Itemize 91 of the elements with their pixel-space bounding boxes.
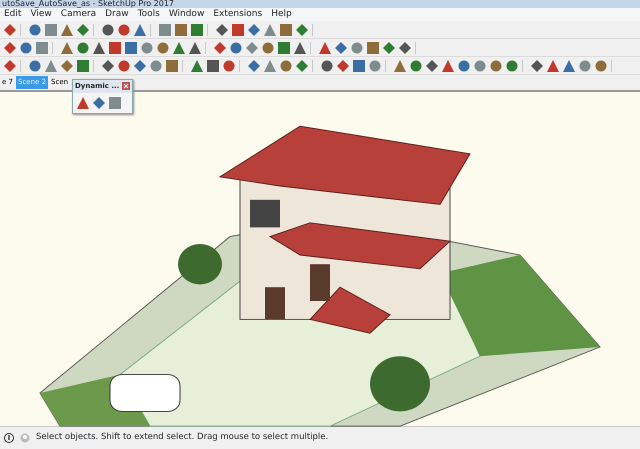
circle-icon[interactable] — [77, 42, 89, 54]
circle-icon[interactable] — [223, 60, 235, 72]
circle-icon[interactable] — [369, 60, 381, 72]
square-icon[interactable] — [125, 42, 137, 54]
circle-icon[interactable] — [321, 60, 333, 72]
triangle-icon[interactable] — [563, 60, 575, 72]
circle-icon[interactable] — [118, 24, 130, 36]
diamond-icon[interactable] — [102, 60, 114, 72]
diamond-icon[interactable] — [383, 42, 395, 54]
circle-icon[interactable] — [595, 60, 607, 72]
circle-icon[interactable] — [29, 24, 41, 36]
circle-icon[interactable] — [579, 60, 591, 72]
diamond-icon[interactable] — [246, 42, 258, 54]
diamond-icon[interactable] — [214, 42, 226, 54]
diamond-icon[interactable] — [4, 60, 16, 72]
triangle-icon[interactable] — [45, 60, 57, 72]
square-icon[interactable] — [280, 24, 292, 36]
circle-icon[interactable] — [230, 42, 242, 54]
close-icon[interactable] — [122, 82, 130, 90]
diamond-icon[interactable] — [77, 24, 89, 36]
triangle-icon[interactable] — [264, 60, 276, 72]
circle-icon[interactable] — [506, 60, 518, 72]
diamond-icon[interactable] — [296, 24, 308, 36]
diamond-icon[interactable] — [61, 60, 73, 72]
triangle-icon[interactable] — [264, 24, 276, 36]
square-icon[interactable] — [45, 24, 57, 36]
triangle-icon[interactable] — [442, 60, 454, 72]
diamond-icon[interactable] — [4, 42, 16, 54]
square-icon[interactable] — [207, 60, 219, 72]
triangle-icon[interactable] — [319, 42, 331, 54]
diamond-icon[interactable] — [248, 24, 260, 36]
circle-icon[interactable] — [102, 24, 114, 36]
triangle-icon[interactable] — [77, 96, 89, 108]
triangle-icon[interactable] — [189, 42, 201, 54]
triangle-icon[interactable] — [61, 24, 73, 36]
diamond-icon[interactable] — [216, 24, 228, 36]
triangle-icon[interactable] — [134, 24, 146, 36]
square-icon[interactable] — [232, 24, 244, 36]
circle-icon[interactable] — [118, 60, 130, 72]
menu-item[interactable]: Edit — [4, 8, 22, 21]
square-icon[interactable] — [353, 60, 365, 72]
status-message: Select objects. Shift to extend select. Drag mouse to select multiple. — [36, 431, 328, 444]
circle-icon[interactable] — [280, 60, 292, 72]
diamond-icon[interactable] — [248, 60, 260, 72]
menu-item[interactable]: Window — [168, 8, 204, 21]
circle-icon[interactable] — [410, 60, 422, 72]
circle-icon[interactable] — [490, 60, 502, 72]
square-icon[interactable] — [77, 60, 89, 72]
diamond-icon[interactable] — [426, 60, 438, 72]
square-icon[interactable] — [166, 60, 178, 72]
info-icon[interactable] — [4, 432, 14, 442]
circle-icon[interactable] — [29, 60, 41, 72]
diamond-icon[interactable] — [4, 24, 16, 36]
circle-icon[interactable] — [458, 60, 470, 72]
menu-item[interactable]: Camera — [60, 8, 96, 21]
triangle-icon[interactable] — [61, 42, 73, 54]
square-icon[interactable] — [278, 42, 290, 54]
square-icon[interactable] — [109, 42, 121, 54]
square-icon[interactable] — [109, 96, 121, 108]
model-viewport[interactable] — [0, 90, 640, 426]
diamond-icon[interactable] — [337, 60, 349, 72]
diamond-icon[interactable] — [399, 42, 411, 54]
menu-item[interactable]: Help — [271, 8, 292, 21]
diamond-icon[interactable] — [296, 60, 308, 72]
circle-icon[interactable] — [157, 42, 169, 54]
triangle-icon[interactable] — [173, 42, 185, 54]
circle-icon[interactable] — [150, 60, 162, 72]
triangle-icon[interactable] — [93, 42, 105, 54]
square-icon[interactable] — [159, 24, 171, 36]
window-title: utoSave_AutoSave_as - SketchUp Pro 2017 — [0, 0, 640, 8]
square-icon[interactable] — [36, 42, 48, 54]
triangle-icon[interactable] — [294, 42, 306, 54]
triangle-icon[interactable] — [394, 60, 406, 72]
diamond-icon[interactable] — [134, 60, 146, 72]
circle-icon[interactable] — [141, 42, 153, 54]
circle-icon[interactable] — [262, 42, 274, 54]
square-icon[interactable] — [367, 42, 379, 54]
square-icon[interactable] — [191, 24, 203, 36]
circle-icon[interactable] — [351, 42, 363, 54]
circle-icon[interactable] — [474, 60, 486, 72]
diamond-icon[interactable] — [531, 60, 543, 72]
menu-item[interactable]: Extensions — [213, 8, 262, 21]
menu-item[interactable]: Tools — [138, 8, 160, 21]
menu-item[interactable]: Draw — [105, 8, 129, 21]
circle-icon[interactable] — [20, 42, 32, 54]
triangle-icon[interactable] — [191, 60, 203, 72]
triangle-icon[interactable] — [547, 60, 559, 72]
diamond-icon[interactable] — [93, 96, 105, 108]
diamond-icon[interactable] — [335, 42, 347, 54]
square-icon[interactable] — [175, 24, 187, 36]
menu-item[interactable]: View — [30, 8, 52, 21]
